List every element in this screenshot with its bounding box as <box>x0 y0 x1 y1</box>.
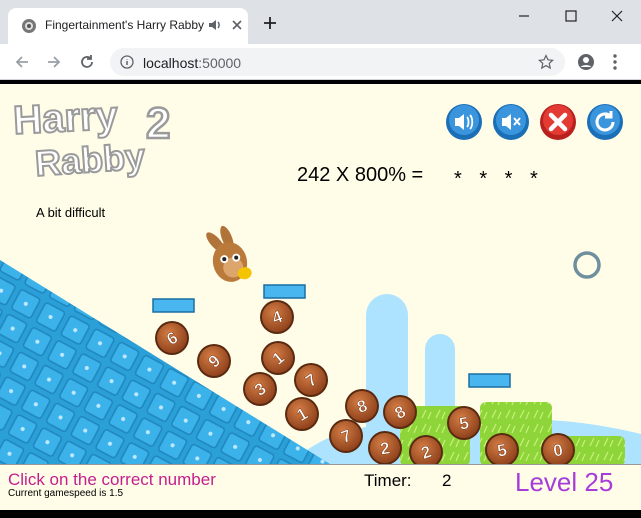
logo-line2: Rabby <box>34 135 147 184</box>
reload-icon[interactable] <box>78 53 96 71</box>
browser-menu-icon[interactable] <box>611 53 619 71</box>
difficulty-label: A bit difficult <box>36 205 106 220</box>
viewport-border-bottom <box>0 510 641 518</box>
browser-titlebar: Fingertainment's Harry Rabby <box>0 0 641 44</box>
browser-tab[interactable]: Fingertainment's Harry Rabby <box>8 8 248 44</box>
number-ball-11[interactable]: 2 <box>368 431 402 464</box>
question-text: 242 X 800% = <box>297 164 424 186</box>
logo-number: 2 <box>146 99 170 148</box>
number-ball-1[interactable]: 6 <box>155 321 189 355</box>
timer-value: 2 <box>442 471 452 490</box>
tab-close-icon[interactable] <box>230 18 244 32</box>
window-close-icon[interactable] <box>607 6 627 26</box>
browser-toolbar: localhost:50000 <box>0 44 641 80</box>
sound-on-button[interactable] <box>445 103 483 141</box>
timer-label: Timer: <box>364 471 412 490</box>
quit-button[interactable] <box>539 103 577 141</box>
number-ball-3[interactable]: 4 <box>260 300 294 334</box>
answer-mask: * * * * <box>454 168 544 190</box>
number-ball-4[interactable]: 1 <box>261 341 295 375</box>
number-ball-9[interactable]: 8 <box>383 395 417 429</box>
site-info-icon[interactable] <box>120 55 134 69</box>
back-icon[interactable] <box>13 53 31 71</box>
maximize-icon[interactable] <box>561 6 581 26</box>
tab-favicon-icon <box>22 19 36 33</box>
game-canvas[interactable]: Harry Rabby 2 694137188722550 242 X 800%… <box>0 84 641 464</box>
level-indicator: Level 25 <box>515 467 614 497</box>
url-host: localhost <box>143 55 199 71</box>
number-ball-7[interactable]: 1 <box>285 397 319 431</box>
rabbit-character <box>206 225 252 282</box>
url-port: :50000 <box>198 55 242 71</box>
url-text: localhost:50000 <box>143 55 241 71</box>
target-ring[interactable] <box>573 251 601 279</box>
game-scene: Harry Rabby 2 69413 71 8 872 255 0 <box>0 93 641 464</box>
instruction-text: Click on the correct number <box>8 470 216 489</box>
tab-title: Fingertainment's Harry Rabby <box>45 18 205 32</box>
address-bar[interactable]: localhost:50000 <box>110 48 565 76</box>
mute-button[interactable] <box>492 103 530 141</box>
profile-icon[interactable] <box>577 53 595 71</box>
restart-button[interactable] <box>586 103 624 141</box>
forward-icon[interactable] <box>45 53 63 71</box>
logo-line1: Harry <box>12 94 119 143</box>
number-ball-13[interactable]: 5 <box>447 406 481 440</box>
number-ball-2[interactable]: 9 <box>197 344 231 378</box>
status-bar: Click on the correct number Current game… <box>0 464 641 510</box>
gamespeed-text: Current gamespeed is 1.5 <box>8 488 124 499</box>
game-logo: Harry Rabby 2 <box>11 93 172 185</box>
tab-audio-icon[interactable] <box>207 17 223 33</box>
number-ball-5[interactable]: 3 <box>243 372 277 406</box>
number-ball-6[interactable]: 7 <box>294 363 328 397</box>
minimize-icon[interactable] <box>514 6 534 26</box>
new-tab-icon[interactable] <box>262 15 278 31</box>
bookmark-star-icon[interactable] <box>538 54 554 70</box>
number-ball-8[interactable]: 8 <box>345 389 379 423</box>
number-ball-10[interactable]: 7 <box>329 419 363 453</box>
